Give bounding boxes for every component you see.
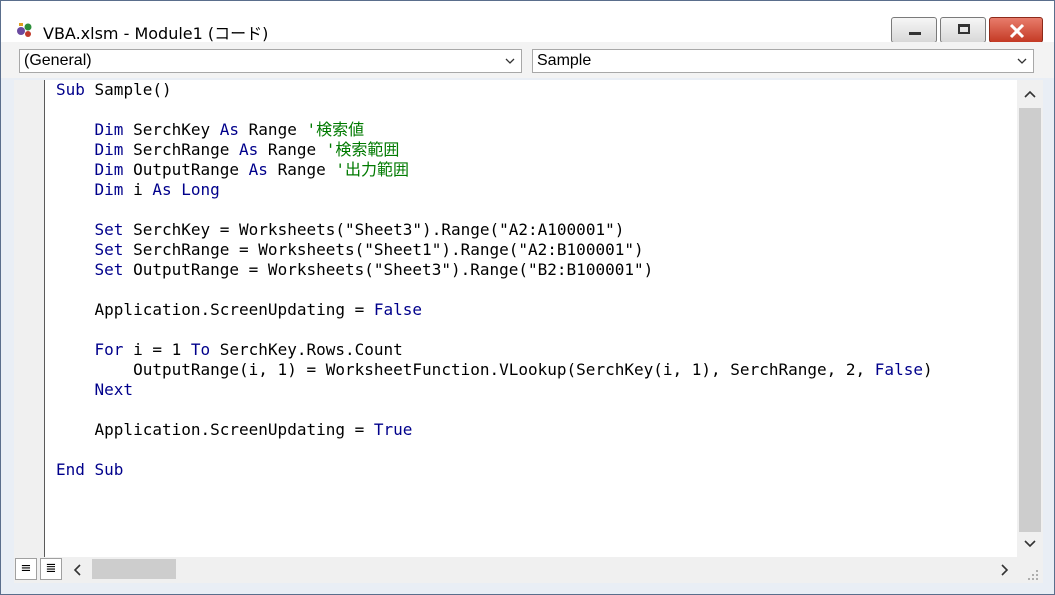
code-line[interactable]: Set SerchKey = Worksheets("Sheet3").Rang… (56, 220, 625, 240)
scroll-left-icon[interactable] (72, 564, 84, 576)
code-line[interactable]: Application.ScreenUpdating = True (56, 420, 413, 440)
code-line[interactable]: Set OutputRange = Worksheets("Sheet3").R… (56, 260, 654, 280)
code-line[interactable]: Dim SerchRange As Range '検索範囲 (56, 140, 400, 160)
code-text: Range (258, 140, 326, 159)
full-module-view-button[interactable]: ≣ (40, 558, 62, 580)
close-icon (1009, 23, 1025, 39)
code-text: SerchRange = Worksheets("Sheet1").Range(… (123, 240, 644, 259)
scroll-up-icon[interactable] (1024, 89, 1036, 101)
code-keyword: End Sub (56, 460, 124, 479)
window-title: VBA.xlsm - Module1 (コード) (43, 24, 269, 43)
chevron-down-icon (1017, 58, 1027, 64)
code-line[interactable]: End Sub (56, 460, 123, 480)
bottom-bar: ≡ ≣ (14, 557, 1043, 583)
scroll-right-icon[interactable] (998, 564, 1010, 576)
code-keyword: As (248, 160, 268, 179)
code-keyword: False (373, 300, 423, 319)
code-keyword: Dim (94, 140, 124, 159)
code-keyword: Set (94, 260, 124, 279)
code-line[interactable]: Dim OutputRange As Range '出力範囲 (56, 160, 409, 180)
code-keyword: Dim (94, 180, 124, 199)
code-keyword: Set (94, 240, 124, 259)
code-keyword: Dim (94, 160, 124, 179)
maximize-icon (958, 24, 970, 34)
code-keyword: As (239, 140, 259, 159)
procedure-dropdown-value: Sample (537, 52, 592, 69)
margin-indicator-bar[interactable] (14, 80, 45, 557)
code-keyword: For (94, 340, 124, 359)
code-text: Sample() (84, 80, 172, 99)
code-line[interactable]: Dim SerchKey As Range '検索値 (56, 120, 365, 140)
vertical-scroll-thumb[interactable] (1019, 108, 1041, 532)
code-comment: '検索値 (306, 120, 365, 139)
code-text: Application.ScreenUpdating = (56, 300, 374, 319)
resize-grip-icon[interactable] (1027, 569, 1039, 581)
code-text: OutputRange = Worksheets("Sheet3").Range… (123, 260, 654, 279)
code-text: i (123, 180, 153, 199)
object-dropdown[interactable]: (General) (19, 49, 522, 73)
vertical-scrollbar[interactable] (1017, 80, 1043, 557)
code-keyword: Sub (56, 80, 85, 99)
code-dropdown-bar: (General) Sample (1, 42, 1054, 78)
code-text: SerchKey.Rows.Count (210, 340, 403, 359)
code-editor: Sub Sample() Dim SerchKey As Range '検索値 … (14, 80, 1043, 583)
chevron-down-icon (505, 58, 515, 64)
code-keyword: To (190, 340, 211, 359)
vba-module-icon (17, 23, 32, 37)
code-line[interactable]: Next (56, 380, 134, 400)
minimize-icon (909, 32, 921, 35)
code-keyword: As (219, 120, 240, 139)
code-text: Application.ScreenUpdating = (56, 420, 374, 439)
code-comment: '出力範囲 (335, 160, 410, 179)
object-dropdown-value: (General) (24, 52, 92, 69)
code-keyword: Set (94, 220, 124, 239)
code-text: SerchKey (123, 120, 220, 139)
code-text: Range (239, 120, 307, 139)
minimize-button[interactable] (891, 17, 937, 43)
close-button[interactable] (989, 17, 1043, 43)
code-keyword: True (373, 420, 413, 439)
code-line[interactable]: OutputRange(i, 1) = WorksheetFunction.VL… (56, 360, 933, 380)
code-line[interactable]: For i = 1 To SerchKey.Rows.Count (56, 340, 403, 360)
code-text: SerchRange (123, 140, 240, 159)
code-text-area[interactable]: Sub Sample() Dim SerchKey As Range '検索値 … (45, 80, 1017, 557)
code-keyword: Next (94, 380, 134, 399)
code-line[interactable]: Sub Sample() (56, 80, 172, 100)
code-keyword: Long (181, 180, 220, 199)
code-text: i = 1 (123, 340, 191, 359)
code-line[interactable]: Application.ScreenUpdating = False (56, 300, 423, 320)
scroll-down-icon[interactable] (1024, 537, 1036, 549)
code-line[interactable]: Set SerchRange = Worksheets("Sheet1").Ra… (56, 240, 644, 260)
horizontal-scroll-thumb[interactable] (92, 559, 176, 579)
title-bar[interactable]: VBA.xlsm - Module1 (コード) (1, 1, 1054, 43)
code-keyword: False (874, 360, 923, 379)
code-text: OutputRange(i, 1) = WorksheetFunction.VL… (56, 360, 875, 379)
procedure-dropdown[interactable]: Sample (532, 49, 1034, 73)
procedure-view-button[interactable]: ≡ (15, 558, 37, 580)
code-text: ) (922, 360, 933, 379)
code-comment: '検索範囲 (325, 140, 400, 159)
code-text: SerchKey = Worksheets("Sheet3").Range("A… (123, 220, 625, 239)
code-keyword: Dim (94, 120, 124, 139)
code-text: OutputRange (123, 160, 249, 179)
maximize-button[interactable] (940, 17, 986, 43)
code-text: Range (267, 160, 336, 179)
code-keyword: As (152, 180, 172, 199)
code-line[interactable]: Dim i As Long (56, 180, 220, 200)
vba-code-window: VBA.xlsm - Module1 (コード) (General) Sampl… (0, 0, 1055, 595)
